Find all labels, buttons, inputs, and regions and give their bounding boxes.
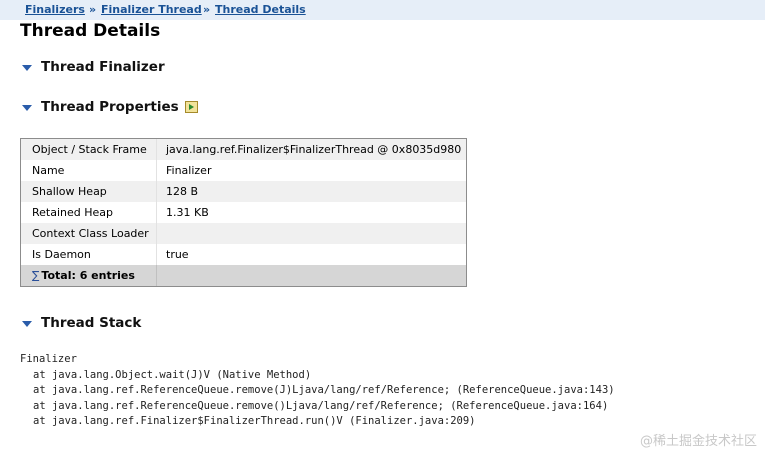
property-key: Retained Heap xyxy=(21,202,157,223)
property-value xyxy=(157,223,466,244)
thread-stack-trace: Finalizer at java.lang.Object.wait(J)V (N… xyxy=(20,352,615,430)
breadcrumb-separator: » xyxy=(203,3,211,16)
section-thread-finalizer[interactable]: Thread Finalizer xyxy=(22,58,165,76)
sigma-icon: ∑ xyxy=(32,269,40,282)
export-icon[interactable] xyxy=(184,101,198,113)
triangle-down-icon xyxy=(22,65,32,71)
total-label: Total: 6 entries xyxy=(41,269,135,282)
breadcrumb-link-thread-details[interactable]: Thread Details xyxy=(215,3,306,16)
breadcrumb-separator: » xyxy=(89,3,97,16)
stack-frame: at java.lang.ref.Finalizer$FinalizerThre… xyxy=(33,415,476,427)
property-value: Finalizer xyxy=(166,164,212,177)
property-value: java.lang.ref.Finalizer$FinalizerThread … xyxy=(166,143,462,156)
stack-frame: at java.lang.Object.wait(J)V (Native Met… xyxy=(33,368,312,381)
properties-table: Object / Stack Frame java.lang.ref.Final… xyxy=(20,138,467,287)
total-value-cell xyxy=(157,265,466,286)
table-row[interactable]: Shallow Heap 128 B xyxy=(21,181,466,202)
section-label: Thread Finalizer xyxy=(41,59,165,75)
property-key: Object / Stack Frame xyxy=(21,139,157,160)
table-row[interactable]: Is Daemon true xyxy=(21,244,466,265)
table-row[interactable]: Name Finalizer xyxy=(21,160,466,181)
property-key: Name xyxy=(21,160,157,181)
watermark: @稀土掘金技术社区 xyxy=(639,434,757,449)
table-total-row[interactable]: ∑ Total: 6 entries xyxy=(21,265,466,286)
stack-frame: at java.lang.ref.ReferenceQueue.remove(J… xyxy=(33,384,615,396)
page-title: Thread Details xyxy=(20,21,161,41)
property-value: true xyxy=(166,248,189,261)
section-label: Thread Stack xyxy=(41,315,142,331)
section-thread-properties[interactable]: Thread Properties xyxy=(22,98,198,116)
property-key: Is Daemon xyxy=(21,244,157,265)
property-value: 128 B xyxy=(166,185,199,198)
stack-thread-name: Finalizer xyxy=(20,353,77,365)
total-cell: ∑ Total: 6 entries xyxy=(21,265,157,286)
section-label: Thread Properties xyxy=(41,99,179,115)
breadcrumb: Finalizers » Finalizer Thread » Thread D… xyxy=(0,0,765,20)
table-row[interactable]: Context Class Loader xyxy=(21,223,466,244)
triangle-down-icon xyxy=(22,105,32,111)
property-key: Shallow Heap xyxy=(21,181,157,202)
property-key: Context Class Loader xyxy=(21,223,157,244)
table-row[interactable]: Object / Stack Frame java.lang.ref.Final… xyxy=(21,139,466,160)
table-row[interactable]: Retained Heap 1.31 KB xyxy=(21,202,466,223)
triangle-down-icon xyxy=(22,321,32,327)
breadcrumb-link-finalizers[interactable]: Finalizers xyxy=(25,3,85,16)
property-value: 1.31 KB xyxy=(166,206,209,219)
section-thread-stack[interactable]: Thread Stack xyxy=(22,314,141,332)
breadcrumb-link-finalizer-thread[interactable]: Finalizer Thread xyxy=(101,3,202,16)
stack-frame: at java.lang.ref.ReferenceQueue.remove()… xyxy=(33,399,609,412)
